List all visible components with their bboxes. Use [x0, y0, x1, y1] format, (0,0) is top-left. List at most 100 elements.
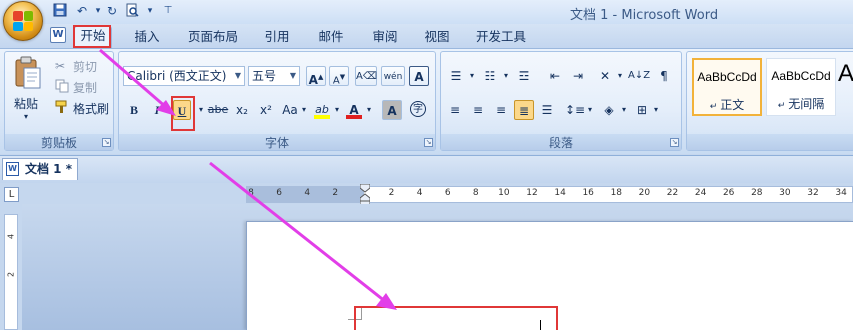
paste-dropdown-icon[interactable]: ▾ [24, 112, 28, 121]
clipboard-launcher-icon[interactable]: ↘ [102, 138, 111, 147]
underline-dropdown-icon[interactable]: ▾ [196, 100, 206, 120]
numbering-dropdown-icon[interactable]: ▾ [502, 66, 510, 86]
window-title: 文档 1 - Microsoft Word [570, 8, 719, 23]
justify-icon: ≣ [518, 104, 530, 118]
clear-formatting-button[interactable]: A⌫ [355, 66, 377, 86]
ruler-tick: 8 [248, 188, 254, 198]
subscript-button[interactable]: x₂ [232, 100, 252, 120]
borders-button[interactable]: ⊞ [632, 100, 652, 120]
paragraph-launcher-icon[interactable]: ↘ [670, 138, 679, 147]
paste-icon[interactable] [14, 56, 42, 92]
character-border-button[interactable]: A [409, 66, 429, 86]
line-spacing-dropdown-icon[interactable]: ▾ [586, 100, 594, 120]
change-case-button[interactable]: Aa [279, 100, 301, 120]
ruler-tick: 24 [694, 188, 707, 198]
ruler-tick: 18 [610, 188, 623, 198]
align-right-button[interactable]: ≡ [491, 100, 511, 120]
font-launcher-icon[interactable]: ↘ [424, 138, 433, 147]
ruler-tick: 26 [722, 188, 735, 198]
ruler-tick: 4 [304, 188, 311, 198]
paint-bucket-icon: ◈ [604, 103, 614, 117]
chinese-layout-dropdown-icon[interactable]: ▾ [616, 66, 624, 86]
bold-button[interactable]: B [125, 100, 143, 120]
ruler-tick: 32 [807, 188, 819, 198]
increase-indent-button[interactable]: ⇥ [568, 66, 588, 86]
font-color-dropdown-icon[interactable]: ▾ [365, 100, 373, 120]
bullet-list-icon: ☰ [450, 69, 462, 83]
sort-icon: A↓Z [628, 70, 651, 81]
bullets-button[interactable]: ☰ [445, 66, 467, 86]
tab-view[interactable]: 视图 [420, 28, 454, 46]
increase-indent-icon: ⇥ [572, 69, 584, 83]
multilevel-list-button[interactable]: ☲ [513, 66, 535, 86]
ruler-tick: 6 [276, 188, 282, 198]
indent-marker[interactable] [359, 183, 371, 206]
ruler-tick: 30 [779, 188, 791, 198]
vruler-tick: 4 [6, 233, 16, 240]
shrink-font-button[interactable]: A▼ [329, 66, 349, 86]
tab-insert[interactable]: 插入 [130, 28, 164, 46]
office-button[interactable] [3, 1, 43, 41]
shading-dropdown-icon[interactable]: ▾ [620, 100, 628, 120]
decrease-indent-icon: ⇤ [549, 69, 561, 83]
tab-selector-button[interactable]: L [4, 187, 19, 202]
document-tab-strip [0, 155, 853, 183]
justify-button[interactable]: ≣ [514, 100, 534, 120]
word-document-icon: W [6, 162, 19, 176]
save-icon[interactable] [52, 3, 68, 19]
font-group-label: 字体 [119, 134, 435, 150]
word-document-icon: W [50, 27, 66, 43]
shading-button[interactable]: ◈ [598, 100, 620, 120]
undo-icon[interactable]: ↶ [74, 3, 90, 19]
strikethrough-button[interactable]: abe [206, 100, 230, 120]
sort-button[interactable]: A↓Z [628, 66, 651, 86]
copy-icon [55, 79, 69, 96]
superscript-button[interactable]: x² [256, 100, 276, 120]
tab-references[interactable]: 引用 [260, 28, 294, 46]
highlight-dropdown-icon[interactable]: ▾ [333, 100, 341, 120]
enclose-characters-button[interactable]: 字 [408, 100, 428, 120]
bullets-dropdown-icon[interactable]: ▾ [468, 66, 476, 86]
annotation-box-home-tab [73, 25, 111, 48]
chinese-layout-button[interactable]: ✕ [594, 66, 616, 86]
tab-developer[interactable]: 开发工具 [474, 28, 528, 46]
grow-font-button[interactable]: A▲ [306, 66, 326, 87]
qat-more-icon[interactable]: ▾ [142, 3, 158, 19]
phonetic-guide-button[interactable]: wén [381, 66, 405, 86]
tab-review[interactable]: 审阅 [368, 28, 402, 46]
numbering-button[interactable]: ☷ [479, 66, 501, 86]
line-spacing-button[interactable]: ↕≡ [564, 100, 586, 120]
ruler-tick: 34 [835, 188, 847, 198]
vruler-tick: 2 [6, 271, 16, 278]
customize-qat-icon[interactable]: ⊤ [160, 3, 176, 19]
line-spacing-icon: ↕≡ [564, 103, 586, 117]
character-shading-button[interactable]: A [382, 100, 402, 120]
font-size-select[interactable]: 五号 ▼ [248, 66, 300, 86]
annotation-box-text-area [354, 306, 558, 330]
redo-icon[interactable]: ↻ [104, 3, 120, 19]
print-preview-icon[interactable] [124, 3, 140, 19]
format-painter-icon [55, 100, 69, 117]
scissors-icon: ✂ [55, 59, 66, 73]
tab-mailings[interactable]: 邮件 [314, 28, 348, 46]
styles-group-label [687, 134, 853, 150]
numbered-list-icon: ☷ [484, 69, 496, 83]
highlight-button[interactable]: ab [312, 100, 332, 120]
change-case-dropdown-icon[interactable]: ▾ [300, 100, 308, 120]
tab-page-layout[interactable]: 页面布局 [186, 28, 240, 46]
ruler-tick: 28 [751, 188, 763, 198]
distributed-button[interactable]: ☰ [537, 100, 557, 120]
font-color-button[interactable]: A [344, 100, 364, 120]
style-normal[interactable]: AaBbCcDd ↵ 正文 [692, 58, 762, 116]
italic-button[interactable]: I [148, 100, 166, 120]
style-no-spacing[interactable]: AaBbCcDd ↵ 无间隔 [766, 58, 836, 116]
borders-dropdown-icon[interactable]: ▾ [652, 100, 660, 120]
style-heading-1[interactable]: A [838, 58, 853, 116]
show-marks-button[interactable]: ¶ [654, 66, 674, 86]
decrease-indent-button[interactable]: ⇤ [545, 66, 565, 86]
align-center-button[interactable]: ≡ [468, 100, 488, 120]
font-family-select[interactable]: Calibri (西文正文) ▼ [123, 66, 245, 86]
align-left-button[interactable]: ≡ [445, 100, 465, 120]
paste-button[interactable]: 粘贴 [14, 95, 38, 112]
ruler-tick: 4 [416, 188, 423, 198]
